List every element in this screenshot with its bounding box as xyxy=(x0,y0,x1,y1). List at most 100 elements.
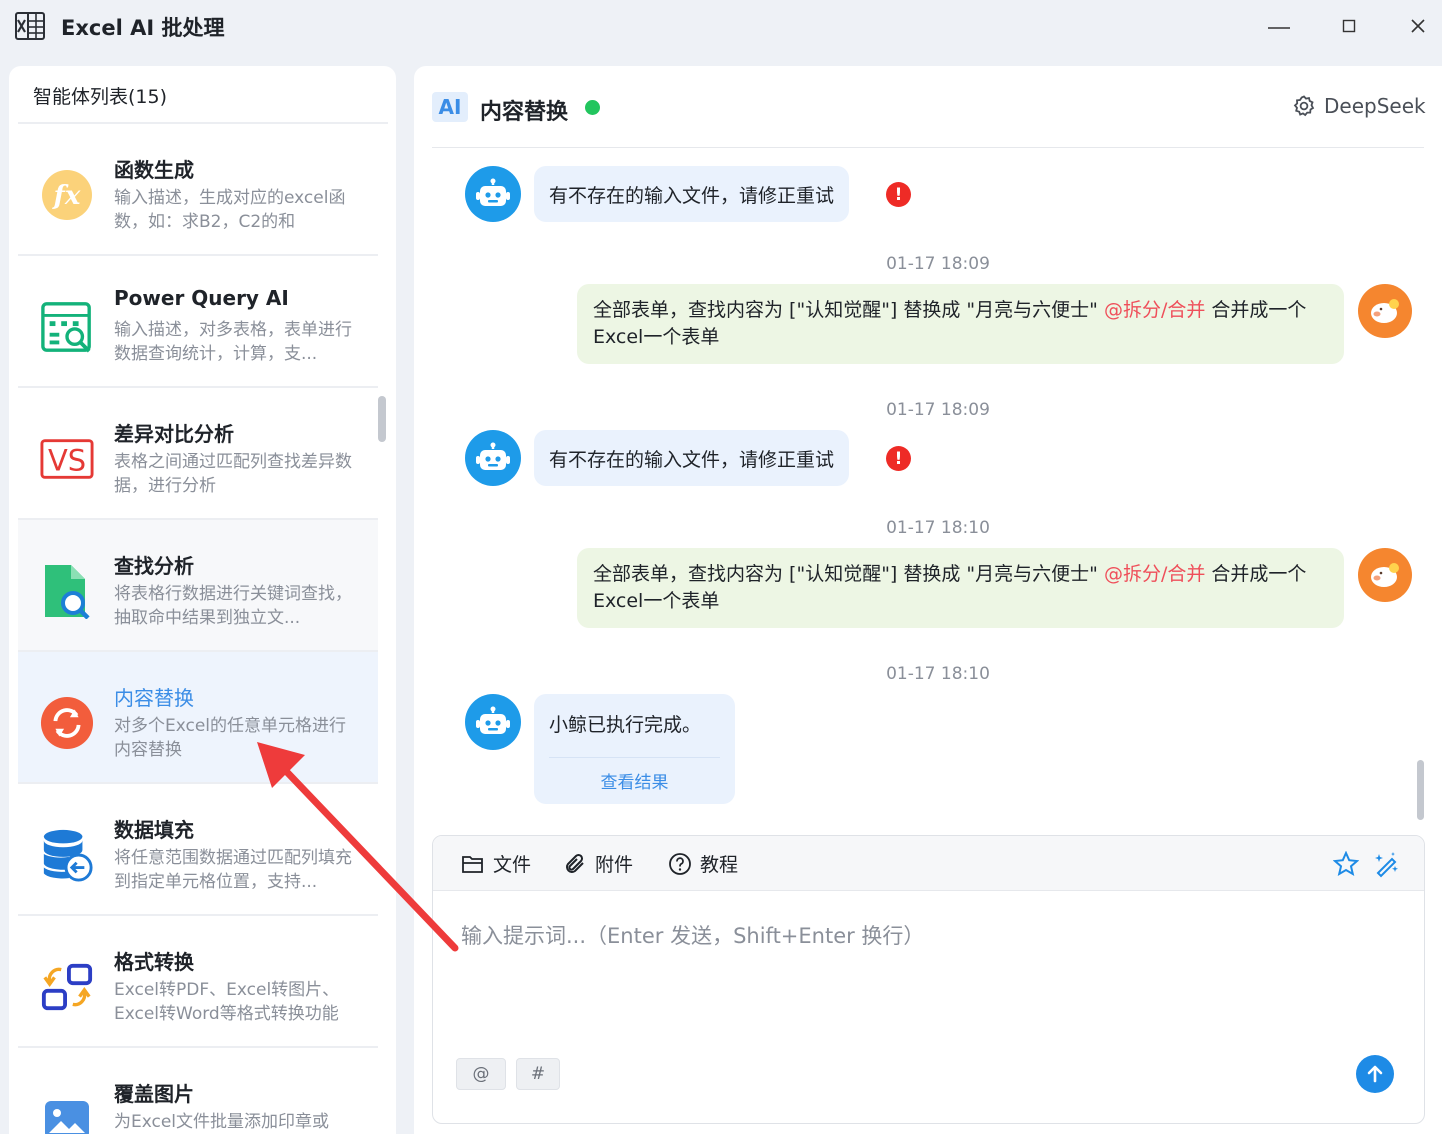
user-message: 全部表单，查找内容为 ["认知觉醒"] 替换成 "月亮与六便士" @拆分/合并 … xyxy=(577,284,1344,364)
agent-list: fx 函数生成 输入描述，生成对应的excel函数，如：求B2，C2的和 Pow… xyxy=(18,124,378,1134)
svg-text:VS: VS xyxy=(48,444,86,478)
agent-name: 查找分析 xyxy=(114,554,194,578)
attachment-button[interactable]: 附件 xyxy=(563,850,633,877)
message-text: 小鲸已执行完成。 xyxy=(549,714,702,736)
attach-label: 附件 xyxy=(595,854,634,876)
bot-avatar xyxy=(465,694,521,750)
mention-tag[interactable]: @拆分/合并 xyxy=(1104,563,1205,585)
folder-icon xyxy=(462,855,483,873)
bot-avatar xyxy=(465,430,521,486)
star-icon xyxy=(1333,851,1359,877)
maximize-icon xyxy=(1342,19,1356,33)
online-status-dot xyxy=(585,100,600,115)
close-icon xyxy=(1411,19,1425,33)
agent-desc: Excel转PDF、Excel转图片、Excel转Word等格式转换功能 xyxy=(114,980,340,1024)
mention-button[interactable]: @ xyxy=(456,1058,506,1090)
mention-tag[interactable]: @拆分/合并 xyxy=(1104,299,1205,321)
image-icon xyxy=(40,1092,94,1134)
format-convert-icon xyxy=(40,960,94,1014)
chat-panel: AI 内容替换 DeepSeek 有不存在的输入文件，请修正重试 ! 01-17… xyxy=(414,66,1442,1134)
paperclip-icon xyxy=(566,853,584,873)
agent-name: 内容替换 xyxy=(114,686,194,710)
message-timestamp: 01-17 18:10 xyxy=(886,518,990,538)
window-title: Excel AI 批处理 xyxy=(61,16,225,40)
divider xyxy=(432,147,1424,148)
agent-item-data-fill[interactable]: 数据填充 将任意范围数据通过匹配列填充到指定单元格位置，支持... xyxy=(18,784,378,916)
agent-item-cover-image[interactable]: 覆盖图片 为Excel文件批量添加印章或 xyxy=(18,1048,378,1134)
agent-item-format-convert[interactable]: 格式转换 Excel转PDF、Excel转图片、Excel转Word等格式转换功… xyxy=(18,916,378,1048)
prompt-input[interactable] xyxy=(461,920,1401,1040)
help-circle-icon xyxy=(669,852,691,875)
robot-icon xyxy=(476,178,510,206)
maximize-button[interactable] xyxy=(1329,10,1369,42)
message-text: 有不存在的输入文件，请修正重试 xyxy=(549,184,835,207)
message-text: 有不存在的输入文件，请修正重试 xyxy=(549,448,835,471)
pig-avatar-icon xyxy=(1371,563,1399,587)
agent-desc: 输入描述，对多表格，表单进行数据查询统计，计算，支... xyxy=(114,320,352,364)
agent-name: 数据填充 xyxy=(114,818,194,842)
agent-name: 函数生成 xyxy=(114,158,194,182)
close-button[interactable] xyxy=(1398,10,1438,42)
gear-icon xyxy=(1293,95,1315,117)
magic-wand-icon xyxy=(1375,852,1398,878)
arrow-up-icon xyxy=(1367,1065,1383,1083)
composer: 文件 附件 教程 输入提示词...（Enter 发送，Shift+Enter 换… xyxy=(432,835,1425,1124)
agent-desc: 将表格行数据进行关键词查找，抽取命中结果到独立文... xyxy=(114,584,352,628)
minimize-button[interactable] xyxy=(1259,10,1299,42)
agent-name: 差异对比分析 xyxy=(114,422,234,446)
message-timestamp: 01-17 18:09 xyxy=(886,400,990,420)
agent-desc: 将任意范围数据通过匹配列填充到指定单元格位置，支持... xyxy=(114,848,352,892)
bot-message: 小鲸已执行完成。 查看结果 xyxy=(534,694,735,804)
agent-desc: 为Excel文件批量添加印章或 xyxy=(114,1112,330,1132)
magic-edit-button[interactable] xyxy=(1373,850,1401,878)
model-name: DeepSeek xyxy=(1324,94,1426,118)
error-icon: ! xyxy=(886,182,911,207)
agent-item-diff-analysis[interactable]: VS 差异对比分析 表格之间通过匹配列查找差异数据，进行分析 xyxy=(18,388,378,520)
vs-icon: VS xyxy=(40,432,94,486)
file-button[interactable]: 文件 xyxy=(461,850,531,877)
agent-item-search-analysis[interactable]: 查找分析 将表格行数据进行关键词查找，抽取命中结果到独立文... xyxy=(18,520,378,652)
agent-name: 格式转换 xyxy=(114,950,194,974)
svg-text:fx: fx xyxy=(52,181,81,211)
divider xyxy=(549,757,720,758)
tutorial-label: 教程 xyxy=(700,854,739,876)
fx-icon: fx xyxy=(40,168,94,222)
agent-item-function-gen[interactable]: fx 函数生成 输入描述，生成对应的excel函数，如：求B2，C2的和 xyxy=(18,124,378,256)
agent-desc: 表格之间通过匹配列查找差异数据，进行分析 xyxy=(114,452,352,496)
agent-item-content-replace[interactable]: 内容替换 对多个Excel的任意单元格进行内容替换 xyxy=(18,652,378,784)
database-fill-icon xyxy=(40,828,94,882)
send-button[interactable] xyxy=(1356,1055,1394,1093)
sidebar-scrollbar[interactable] xyxy=(378,396,386,442)
view-result-link[interactable]: 查看结果 xyxy=(534,768,735,793)
favorite-button[interactable] xyxy=(1332,850,1360,878)
title-bar: Excel AI 批处理 xyxy=(0,0,1442,56)
robot-icon xyxy=(476,442,510,470)
agent-desc: 输入描述，生成对应的excel函数，如：求B2，C2的和 xyxy=(114,188,346,232)
user-message: 全部表单，查找内容为 ["认知觉醒"] 替换成 "月亮与六便士" @拆分/合并 … xyxy=(577,548,1344,628)
message-text: 全部表单，查找内容为 ["认知觉醒"] 替换成 "月亮与六便士" xyxy=(593,563,1104,585)
model-selector[interactable]: DeepSeek xyxy=(1292,94,1426,118)
excel-icon xyxy=(15,12,45,40)
minimize-icon xyxy=(1268,27,1290,29)
power-query-icon xyxy=(40,300,94,354)
file-search-icon xyxy=(40,564,94,619)
pig-avatar-icon xyxy=(1371,299,1399,323)
composer-toolbar: 文件 附件 教程 xyxy=(433,836,1424,891)
message-timestamp: 01-17 18:10 xyxy=(886,664,990,684)
message-timestamp: 01-17 18:09 xyxy=(886,254,990,274)
replace-icon xyxy=(40,696,94,750)
tag-button[interactable]: # xyxy=(516,1058,560,1090)
agent-sidebar: 智能体列表(15) fx 函数生成 输入描述，生成对应的excel函数，如：求B… xyxy=(9,66,396,1134)
bot-message: 有不存在的输入文件，请修正重试 xyxy=(534,166,850,222)
agent-name: Power Query AI xyxy=(114,286,289,310)
tutorial-button[interactable]: 教程 xyxy=(668,850,738,877)
robot-icon xyxy=(476,706,510,734)
file-label: 文件 xyxy=(493,854,532,876)
ai-badge: AI xyxy=(432,92,468,122)
agent-item-power-query[interactable]: Power Query AI 输入描述，对多表格，表单进行数据查询统计，计算，支… xyxy=(18,256,378,388)
message-text: 全部表单，查找内容为 ["认知觉醒"] 替换成 "月亮与六便士" xyxy=(593,299,1104,321)
chat-scrollbar[interactable] xyxy=(1417,760,1424,820)
bot-avatar xyxy=(465,166,521,222)
sidebar-title: 智能体列表(15) xyxy=(33,86,168,108)
user-avatar xyxy=(1358,548,1412,602)
